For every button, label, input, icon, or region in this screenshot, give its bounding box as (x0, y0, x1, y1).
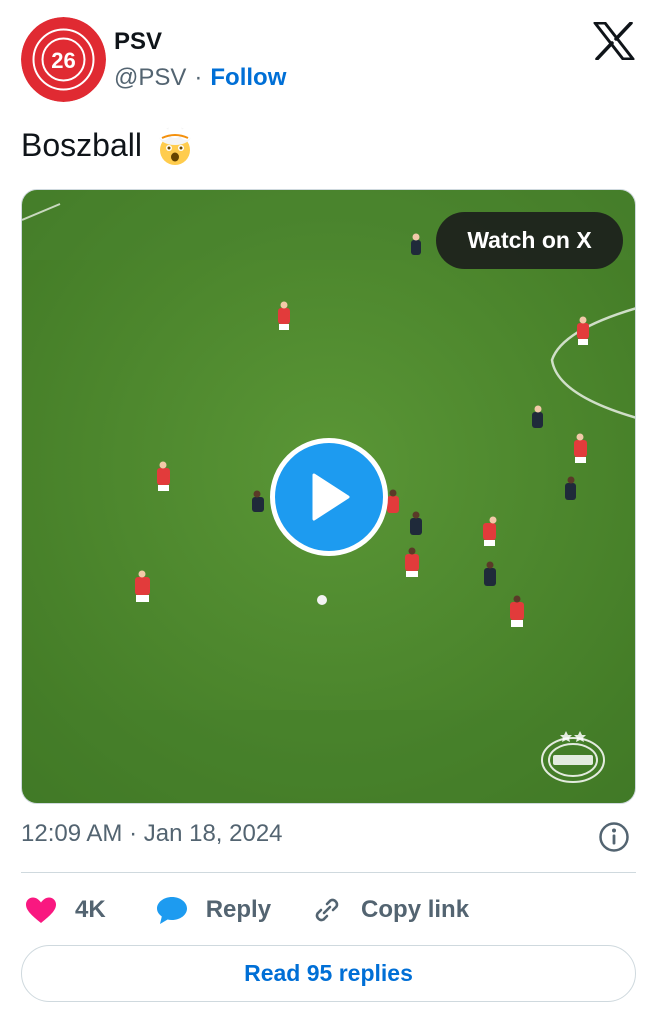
copy-link-button[interactable]: Copy link (311, 894, 469, 926)
video-player[interactable]: Watch on X (21, 189, 636, 804)
divider (21, 872, 636, 873)
reply-button[interactable]: Reply (156, 895, 271, 925)
heart-icon (26, 897, 56, 923)
likes-count: 4K (75, 896, 106, 923)
play-icon (312, 473, 350, 521)
like-button[interactable]: 4K (25, 896, 106, 924)
copy-link-label: Copy link (361, 896, 470, 923)
avatar[interactable]: 26 (21, 17, 106, 102)
tweet-text-row: Boszball (21, 124, 196, 166)
info-icon[interactable] (598, 821, 630, 853)
tweet-timestamp[interactable]: 12:09 AM · Jan 18, 2024 (21, 820, 283, 848)
tweet-text: Boszball (21, 126, 142, 163)
link-icon (315, 898, 339, 922)
separator: · (194, 64, 203, 91)
author-handle[interactable]: @PSV (114, 64, 186, 92)
x-logo-icon[interactable] (593, 22, 635, 60)
avatar-number: 26 (51, 48, 75, 73)
psv-watermark-logo (541, 731, 605, 783)
handle-row: @PSV · Follow (114, 64, 286, 92)
play-button[interactable] (270, 438, 388, 556)
reply-label: Reply (205, 896, 272, 923)
reply-bubble-icon (156, 897, 187, 924)
read-replies-button[interactable]: Read 95 replies (21, 945, 636, 1002)
watch-on-x-button[interactable]: Watch on X (436, 212, 623, 269)
exploding-head-emoji-icon (157, 124, 192, 165)
author-name[interactable]: PSV (114, 28, 162, 56)
follow-button[interactable]: Follow (210, 64, 286, 92)
action-bar: 4K Reply Copy link (25, 890, 469, 930)
